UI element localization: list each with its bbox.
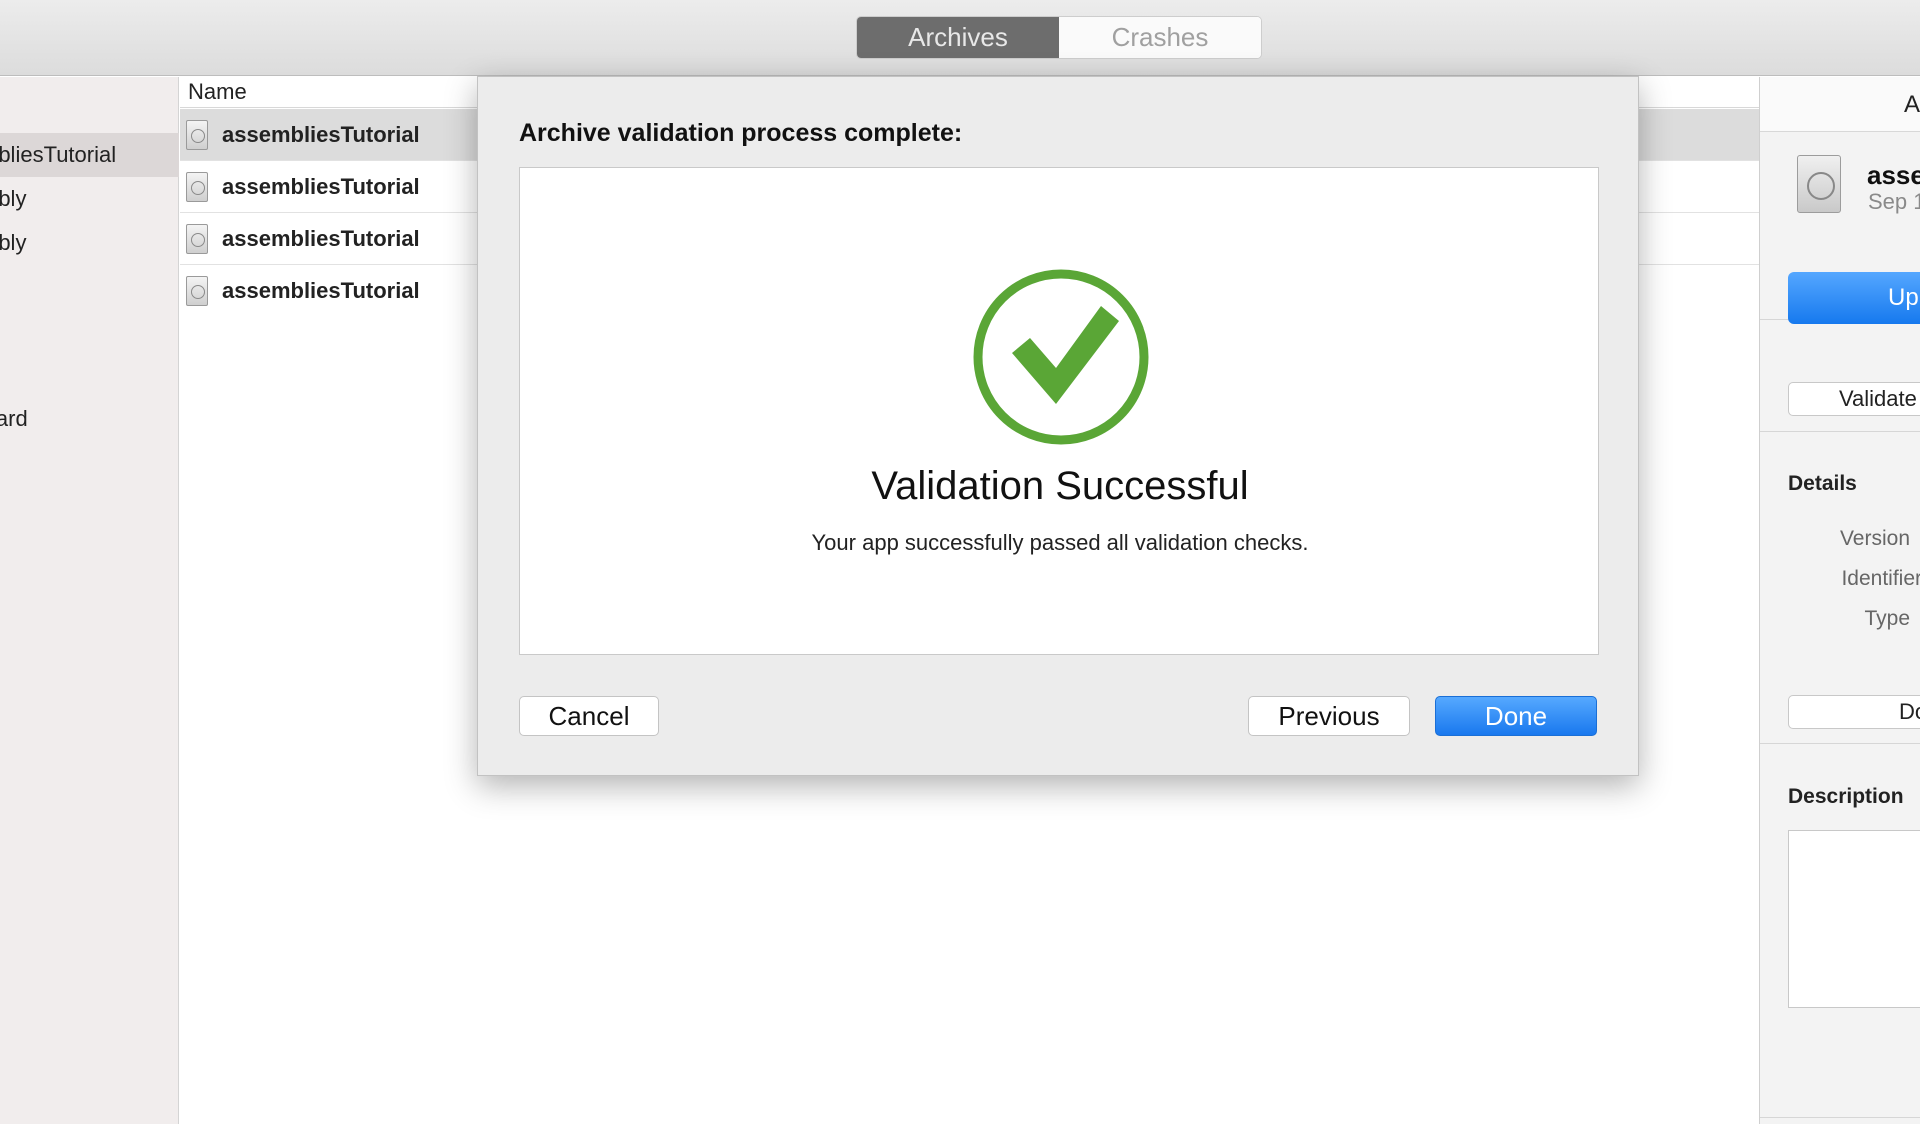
archive-name: assembliesTutorial: [222, 225, 420, 251]
sidebar-item-label: ward: [0, 406, 28, 431]
archive-file-icon: [186, 223, 208, 254]
toolbar: Archives Crashes: [0, 0, 1920, 76]
tab-crashes[interactable]: Crashes: [1059, 17, 1261, 58]
download-button[interactable]: Do: [1788, 695, 1920, 729]
sidebar-item[interactable]: mbly: [0, 221, 179, 265]
checkmark-success-icon: [973, 269, 1149, 445]
sidebar-item[interactable]: ward: [0, 397, 179, 441]
details-label-identifier: Identifier: [1841, 567, 1920, 590]
sidebar: mbliesTutorial mbly mbly ward: [0, 77, 179, 1124]
xcode-organizer-window: Archives Crashes mbliesTutorial mbly mbl…: [0, 0, 1920, 1124]
validate-button[interactable]: Validate: [1788, 382, 1920, 416]
tab-archives[interactable]: Archives: [857, 17, 1059, 58]
archive-file-icon: [186, 119, 208, 150]
sidebar-item[interactable]: mbly: [0, 177, 179, 221]
success-title: Validation Successful: [871, 464, 1249, 508]
archive-name: assembliesTutorial: [222, 278, 420, 303]
archives-crashes-segmented-control: Archives Crashes: [856, 16, 1262, 59]
inspector-archive-name: asse: [1867, 160, 1920, 190]
archive-name: assembliesTutorial: [222, 121, 420, 147]
details-heading: Details: [1788, 472, 1857, 495]
sheet-title: Archive validation process complete:: [519, 119, 963, 147]
description-field[interactable]: [1788, 830, 1920, 1008]
archive-file-icon: [186, 171, 208, 202]
description-heading: Description: [1788, 785, 1904, 808]
sidebar-item-label: mbly: [0, 230, 27, 255]
inspector-header: A: [1760, 77, 1920, 132]
sidebar-item-label: mbly: [0, 186, 27, 211]
cancel-button[interactable]: Cancel: [519, 696, 659, 736]
validation-result-panel: Validation Successful Your app successfu…: [519, 167, 1599, 655]
details-label-type: Type: [1864, 607, 1910, 630]
upload-button[interactable]: Up: [1788, 272, 1920, 324]
archive-file-icon: [186, 276, 208, 306]
sidebar-item-label: mbliesTutorial: [0, 142, 117, 167]
details-label-version: Version: [1839, 527, 1910, 550]
archive-name: assembliesTutorial: [222, 173, 420, 199]
previous-button[interactable]: Previous: [1248, 696, 1410, 736]
success-message: Your app successfully passed all validat…: [811, 530, 1309, 555]
sidebar-item[interactable]: mbliesTutorial: [0, 133, 179, 177]
done-button[interactable]: Done: [1435, 696, 1597, 736]
validation-sheet: Archive validation process complete: Val…: [477, 76, 1639, 776]
inspector-archive-date: Sep 1: [1868, 189, 1920, 214]
inspector-panel: A asse Sep 1 Up Validate Details Version…: [1759, 77, 1920, 1124]
archive-icon: [1797, 155, 1841, 213]
